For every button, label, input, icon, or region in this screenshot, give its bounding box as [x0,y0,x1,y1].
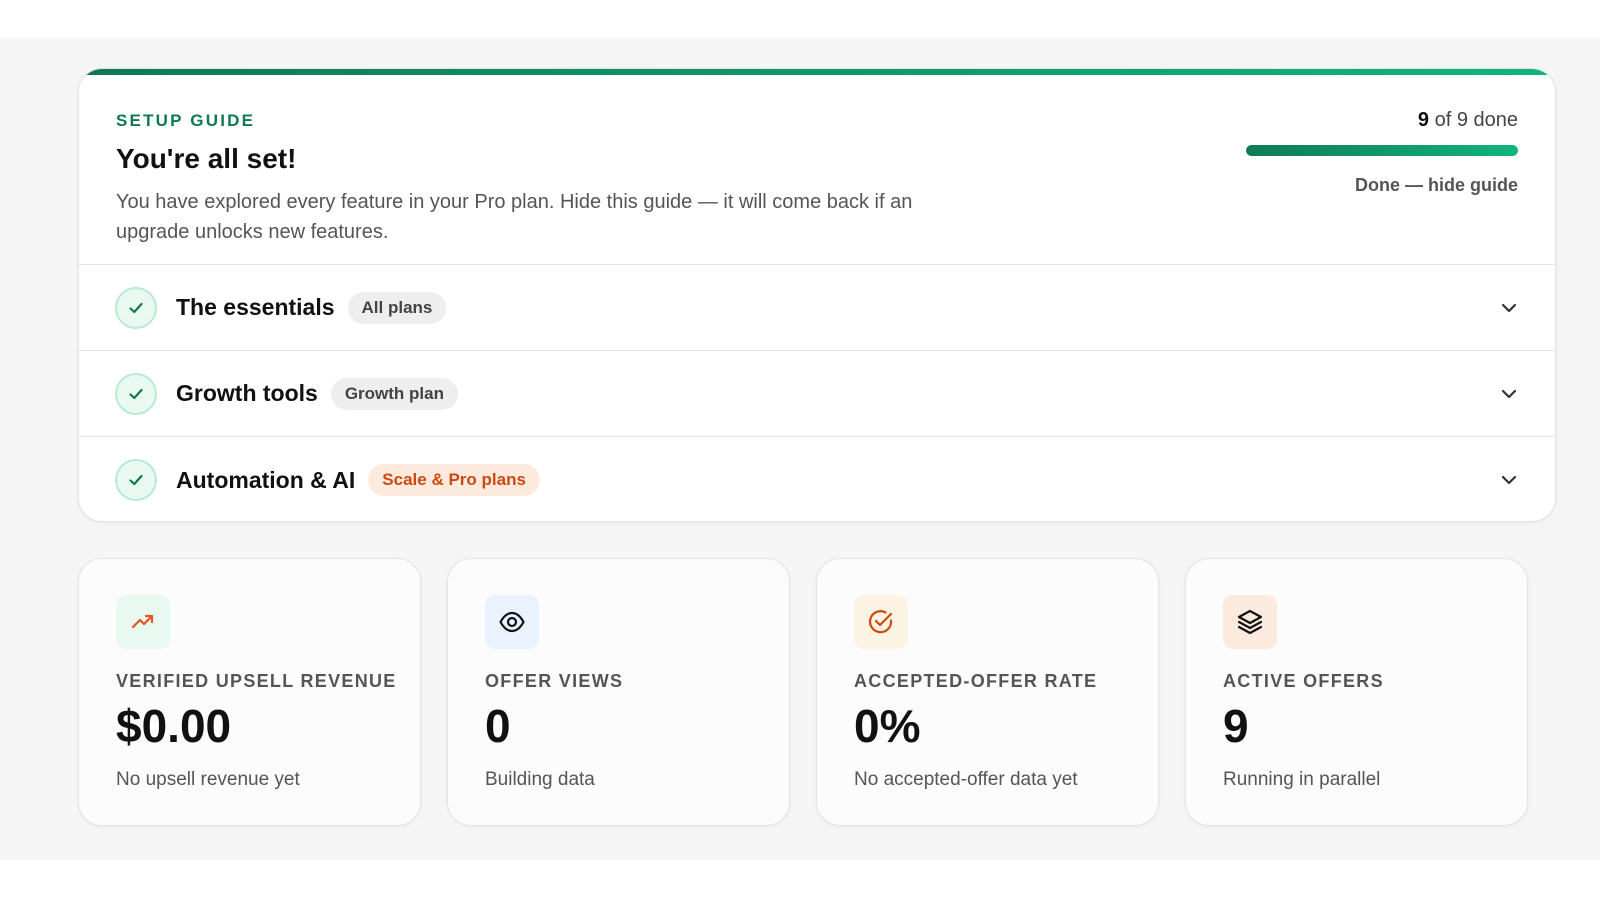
stat-card-offer-views: OFFER VIEWS 0 Building data [447,558,790,826]
stat-caption: No upsell revenue yet [116,769,300,790]
check-icon [115,459,157,501]
stat-value: 0 [485,700,511,752]
chevron-down-icon[interactable] [1499,384,1519,404]
stat-caption: Running in parallel [1223,769,1381,790]
stat-label: OFFER VIEWS [485,671,624,691]
setup-guide-title: You're all set! [116,143,297,174]
progress-bar [1246,145,1518,156]
section-label: Automation & AI [176,466,356,493]
stat-caption: No accepted-offer data yet [854,769,1078,790]
setup-guide-description: You have explored every feature in your … [116,191,913,243]
layers-icon [1223,595,1277,649]
stat-label: VERIFIED UPSELL REVENUE [116,671,397,691]
stat-caption: Building data [485,769,595,790]
check-icon [115,372,157,415]
stat-card-upsell-revenue: VERIFIED UPSELL REVENUE $0.00 No upsell … [78,558,421,826]
eye-icon [485,595,539,649]
progress-suffix: of 9 done [1429,109,1518,131]
section-row-automation-ai[interactable]: Automation & AI Scale & Pro plans [79,437,1555,521]
section-row-essentials[interactable]: The essentials All plans [79,265,1555,351]
hide-guide-button[interactable]: Done — hide guide [1355,175,1518,196]
stats-row: VERIFIED UPSELL REVENUE $0.00 No upsell … [78,558,1556,826]
section-label: Growth tools [176,380,318,406]
chevron-down-icon[interactable] [1499,298,1519,318]
progress-count: 9 of 9 done [1418,109,1518,132]
section-row-growth-tools[interactable]: Growth tools Growth plan [79,351,1555,437]
page-canvas: SETUP GUIDE You're all set! You have exp… [0,38,1600,860]
chevron-down-icon[interactable] [1499,470,1519,490]
stat-label: ACTIVE OFFERS [1223,671,1384,691]
trending-up-icon [116,595,170,649]
plan-badge: All plans [347,291,447,324]
check-circle-icon [854,595,908,649]
plan-badge: Growth plan [330,377,458,410]
stat-value: $0.00 [116,700,232,752]
stat-value: 9 [1223,700,1249,752]
setup-guide-header: SETUP GUIDE You're all set! You have exp… [79,69,1555,265]
stat-value: 0% [854,700,921,752]
plan-badge: Scale & Pro plans [368,464,540,496]
progress-bar-fill [1246,145,1518,156]
setup-guide-card: SETUP GUIDE You're all set! You have exp… [78,68,1556,522]
stat-card-active-offers: ACTIVE OFFERS 9 Running in parallel [1185,558,1528,826]
stat-card-accepted-offer-rate: ACCEPTED-OFFER RATE 0% No accepted-offer… [816,558,1159,826]
setup-guide-eyebrow: SETUP GUIDE [116,111,256,130]
progress-done-count: 9 [1417,109,1430,131]
section-label: The essentials [176,294,335,320]
stat-label: ACCEPTED-OFFER RATE [854,671,1098,691]
check-icon [115,286,157,329]
